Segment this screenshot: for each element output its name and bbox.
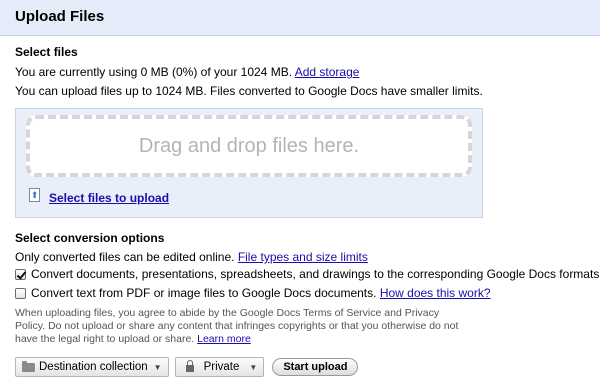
upload-toolbar: Destination collection ▼ Private ▼ Start…	[15, 357, 359, 377]
convert-pdf-option: Convert text from PDF or image files to …	[15, 286, 491, 300]
chevron-down-icon: ▼	[249, 362, 258, 372]
convert-docs-option: Convert documents, presentations, spread…	[15, 267, 599, 281]
privacy-label: Private	[203, 361, 240, 373]
add-storage-link[interactable]: Add storage	[295, 65, 360, 79]
conversion-info-text: Only converted files can be edited onlin…	[15, 250, 235, 264]
conversion-heading: Select conversion options	[15, 231, 165, 245]
start-upload-button[interactable]: Start upload	[272, 358, 359, 376]
chevron-down-icon: ▼	[153, 362, 162, 372]
destination-collection-label: Destination collection	[39, 361, 148, 373]
storage-usage-text: You are currently using 0 MB (0%) of you…	[15, 65, 293, 79]
select-files-heading: Select files	[15, 45, 78, 59]
upload-area: Drag and drop files here. ⬆ Select files…	[15, 108, 483, 218]
select-files-link[interactable]: Select files to upload	[49, 191, 169, 205]
storage-usage-line: You are currently using 0 MB (0%) of you…	[15, 65, 359, 79]
how-does-this-work-link[interactable]: How does this work?	[380, 286, 491, 300]
convert-docs-label: Convert documents, presentations, spread…	[31, 267, 600, 281]
file-types-link[interactable]: File types and size limits	[238, 250, 368, 264]
convert-pdf-label: Convert text from PDF or image files to …	[31, 286, 377, 300]
folder-icon	[22, 360, 35, 372]
destination-collection-button[interactable]: Destination collection ▼	[15, 357, 169, 377]
dialog-title: Upload Files	[15, 8, 105, 25]
conversion-info-line: Only converted files can be edited onlin…	[15, 250, 368, 264]
privacy-button[interactable]: Private ▼	[174, 357, 265, 377]
upload-limit-text: You can upload files up to 1024 MB. File…	[15, 84, 483, 98]
convert-pdf-checkbox[interactable]	[15, 287, 26, 299]
drop-zone-text: Drag and drop files here.	[138, 134, 360, 157]
upload-file-icon: ⬆	[29, 188, 40, 202]
convert-docs-checkbox[interactable]	[15, 268, 26, 280]
terms-disclaimer: When uploading files, you agree to abide…	[15, 307, 470, 346]
learn-more-link[interactable]: Learn more	[197, 333, 251, 345]
select-files-control[interactable]: ⬆ Select files to upload	[29, 188, 169, 205]
dialog-header: Upload Files	[0, 0, 600, 36]
drop-zone[interactable]: Drag and drop files here.	[26, 115, 472, 177]
lock-icon	[185, 360, 194, 372]
